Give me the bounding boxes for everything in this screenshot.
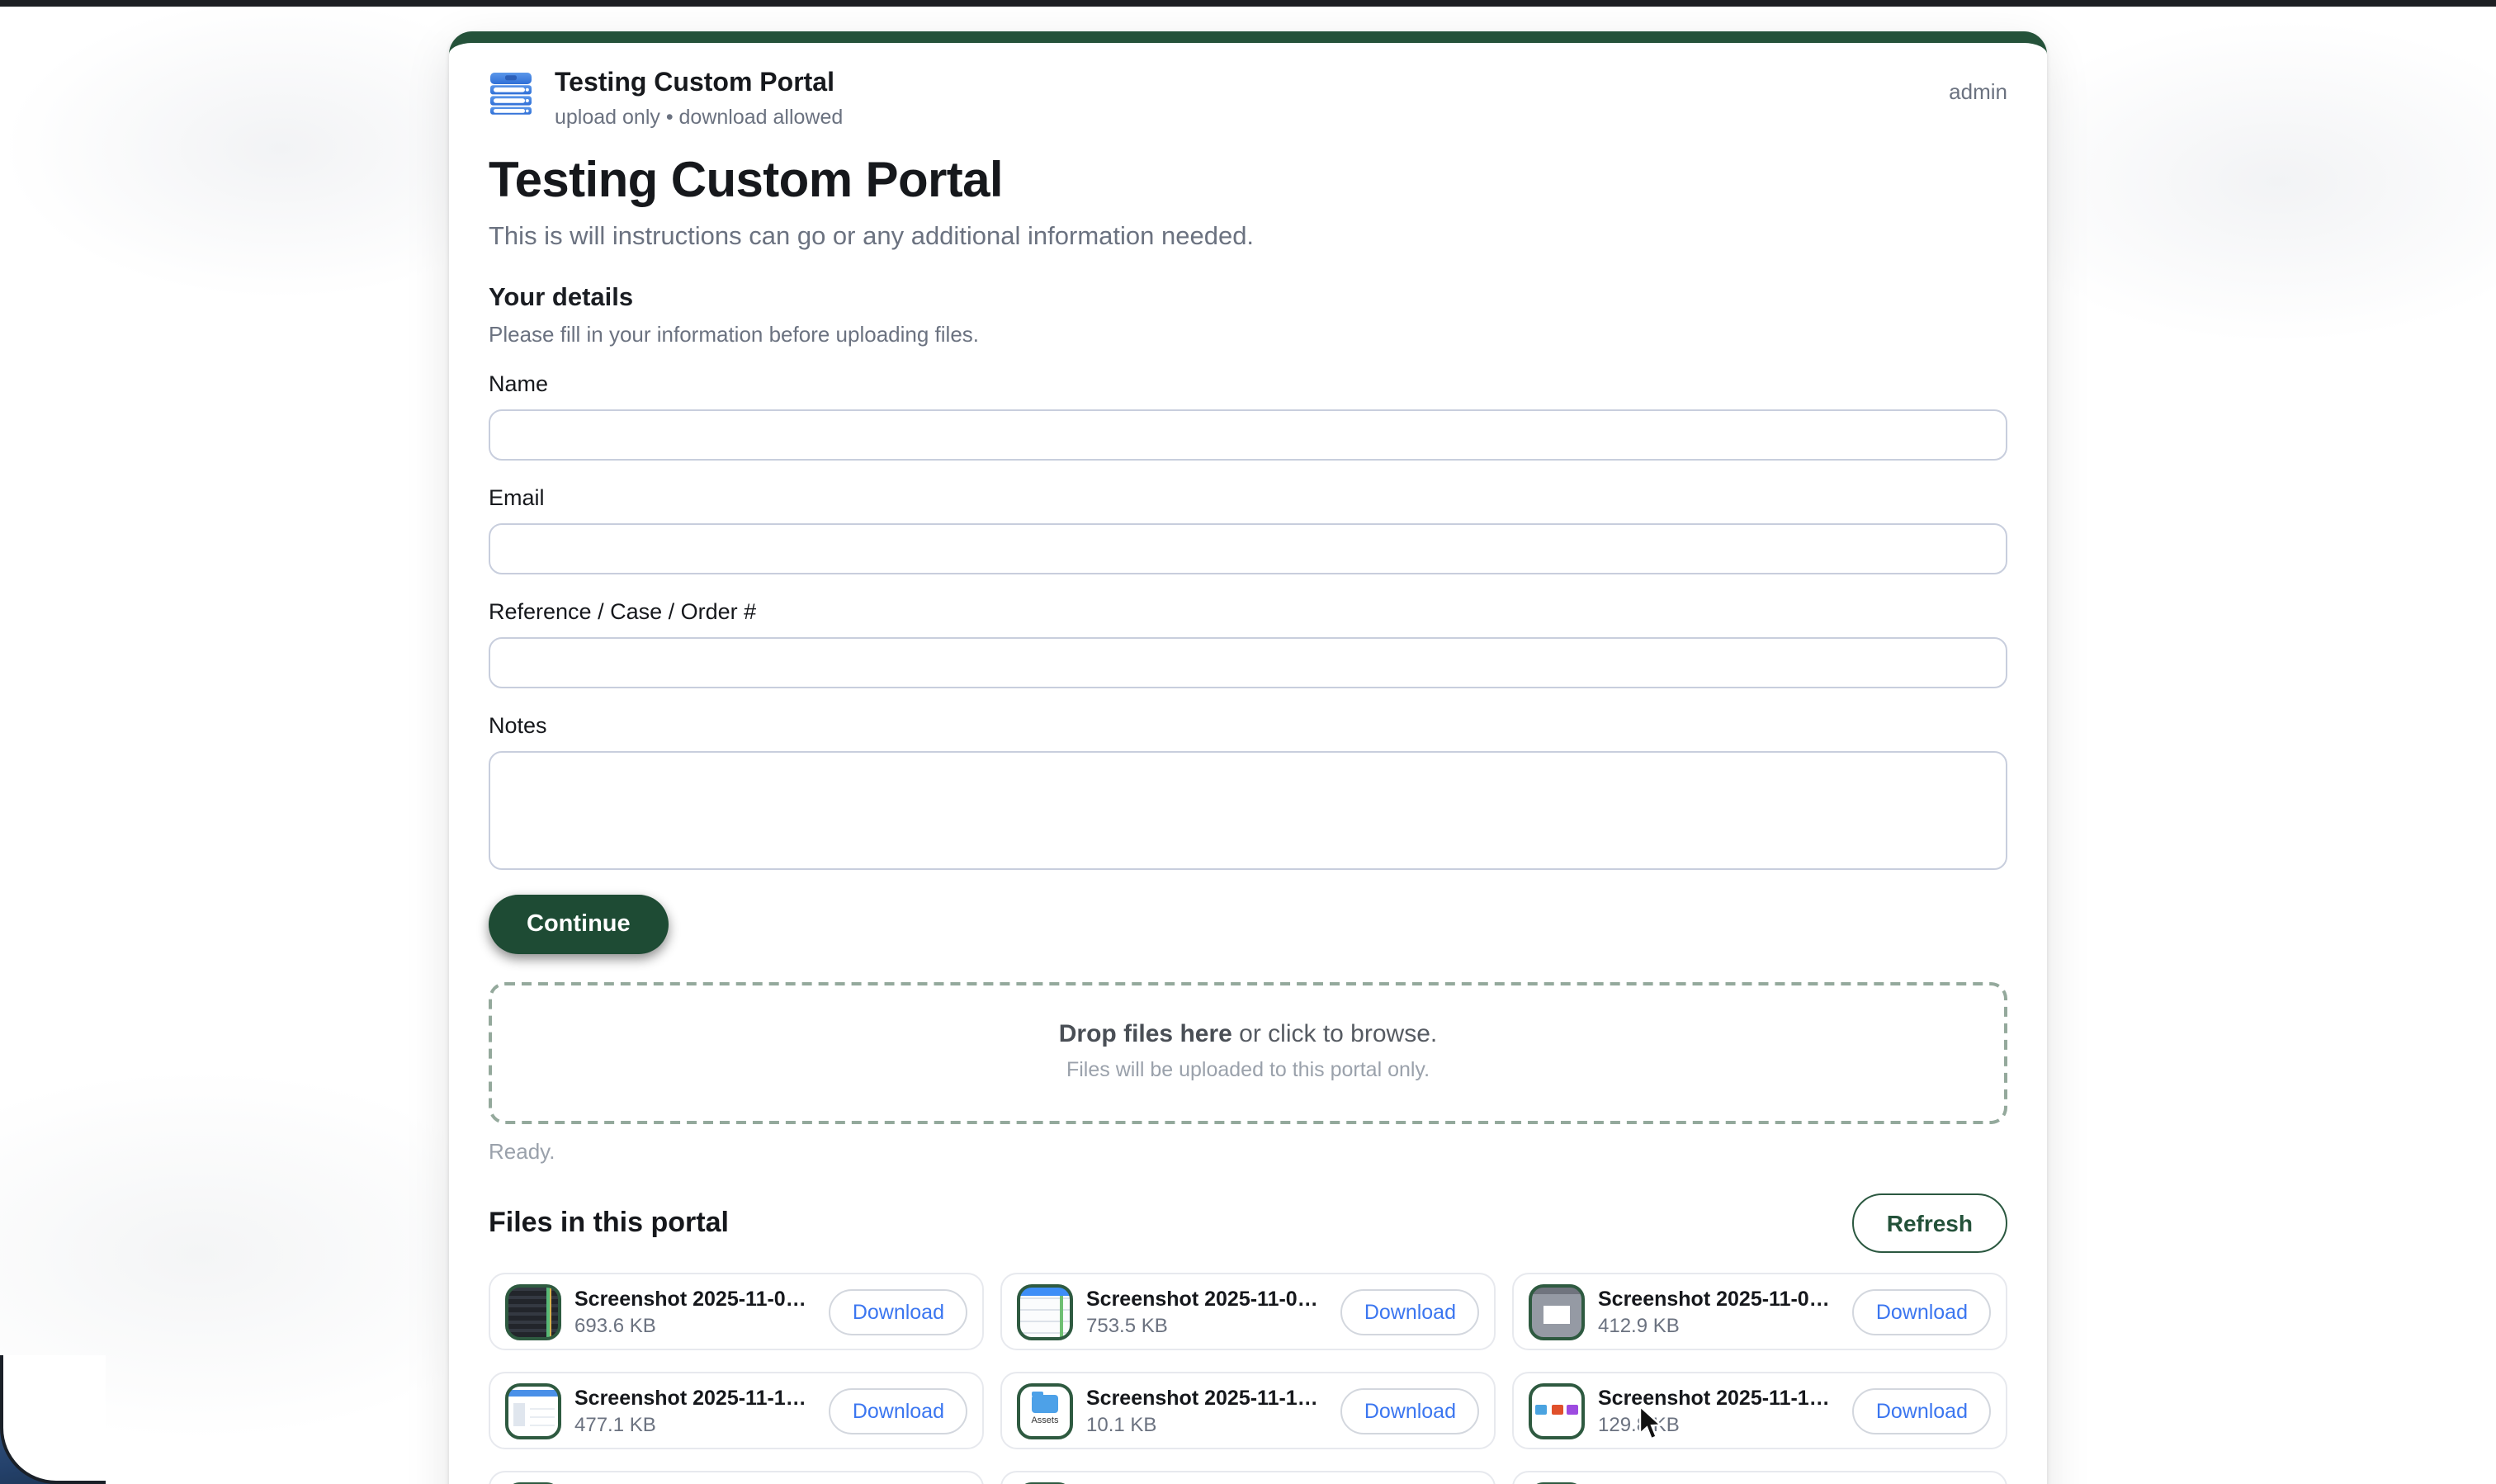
- file-card: Screenshot 2025-11-1… Download: [1512, 1471, 2007, 1484]
- file-size: 129.8 KB: [1598, 1412, 1840, 1435]
- light-page-thumbnail-icon: [505, 1382, 561, 1439]
- files-section-header: Files in this portal Refresh: [489, 1193, 2007, 1253]
- folder-icon: [1032, 1394, 1058, 1412]
- dropzone-bold-text: Drop files here: [1059, 1020, 1232, 1048]
- file-size: 753.5 KB: [1086, 1313, 1328, 1336]
- portal-card: Testing Custom Portal upload only • down…: [449, 31, 2047, 1484]
- form-field: Reference / Case / Order #: [489, 599, 2007, 688]
- dropzone-rest-text: or click to browse.: [1232, 1020, 1437, 1048]
- file-size: 477.1 KB: [574, 1412, 816, 1435]
- form-field: Name: [489, 371, 2007, 461]
- field-label: Name: [489, 371, 2007, 396]
- file-card: Screenshot 2025-11-0… 753.5 KB Download: [1000, 1273, 1496, 1350]
- field-input-wrap: [489, 637, 2007, 688]
- file-meta: Screenshot 2025-11-1… 10.1 KB: [1086, 1386, 1328, 1435]
- dropzone-primary-text: Drop files here or click to browse.: [492, 1020, 2004, 1048]
- file-dropzone[interactable]: Drop files here or click to browse. File…: [489, 982, 2007, 1124]
- continue-button[interactable]: Continue: [489, 895, 669, 954]
- file-meta: Screenshot 2025-11-0… 693.6 KB: [574, 1287, 816, 1336]
- file-card: Screenshot 2025-11-1… 477.1 KB Download: [489, 1372, 984, 1449]
- dark-terminal-thumbnail-icon: [505, 1283, 561, 1340]
- field-label: Email: [489, 485, 2007, 510]
- file-card: Screenshot 2025-11-1… Download: [489, 1471, 984, 1484]
- file-size: 693.6 KB: [574, 1313, 816, 1336]
- file-meta: Screenshot 2025-11-1… 129.8 KB: [1598, 1386, 1840, 1435]
- page-description: This is will instructions can go or any …: [489, 223, 2007, 253]
- window-rounded-corner: [0, 1355, 106, 1484]
- file-card: Screenshot 2025-11-1… 129.8 KB Download: [1512, 1372, 2007, 1449]
- details-subheading: Please fill in your information before u…: [489, 322, 2007, 347]
- file-meta: Screenshot 2025-11-0… 412.9 KB: [1598, 1287, 1840, 1336]
- file-name: Screenshot 2025-11-1…: [1086, 1386, 1328, 1409]
- email-input[interactable]: [489, 523, 2007, 574]
- file-card: Screenshot 2025-11-1… Download: [1000, 1471, 1496, 1484]
- files-heading: Files in this portal: [489, 1207, 729, 1240]
- assets-folder-thumbnail-icon: Assets: [1017, 1382, 1073, 1439]
- folder-icon: [1567, 1404, 1578, 1414]
- field-input-wrap: [489, 523, 2007, 574]
- files-grid: Screenshot 2025-11-0… 693.6 KB Download …: [489, 1273, 2007, 1484]
- download-button[interactable]: Download: [830, 1288, 967, 1335]
- file-name: Screenshot 2025-11-1…: [1598, 1386, 1840, 1409]
- folders-thumbnail-icon: [1529, 1382, 1585, 1439]
- form-field: Email: [489, 485, 2007, 574]
- spreadsheet-thumbnail-icon: [1017, 1283, 1073, 1340]
- field-input-wrap: [489, 409, 2007, 461]
- file-card: Assets Screenshot 2025-11-1… 10.1 KB Dow…: [1000, 1372, 1496, 1449]
- portal-header-text: Testing Custom Portal upload only • down…: [555, 68, 843, 129]
- desktop-viewport: Testing Custom Portal upload only • down…: [0, 0, 2496, 1484]
- file-meta: Screenshot 2025-11-1… 477.1 KB: [574, 1386, 816, 1435]
- file-name: Screenshot 2025-11-0…: [574, 1287, 816, 1310]
- folder-icon: [1551, 1404, 1562, 1414]
- details-fields: Name Email Reference / Case / Order # No…: [489, 371, 2007, 870]
- page-title: Testing Custom Portal: [489, 154, 2007, 210]
- field-label: Notes: [489, 713, 2007, 738]
- field-input-wrap: [489, 751, 2007, 870]
- form-field: Notes: [489, 713, 2007, 870]
- portal-permissions: upload only • download allowed: [555, 106, 843, 129]
- folder-icons-row: [1532, 1404, 1581, 1414]
- details-heading: Your details: [489, 284, 2007, 314]
- window-top-bar: [0, 0, 2496, 7]
- file-name: Screenshot 2025-11-0…: [1598, 1287, 1840, 1310]
- portal-header: Testing Custom Portal upload only • down…: [489, 68, 2007, 129]
- gray-window-thumbnail-icon: [1529, 1283, 1585, 1340]
- upload-status: Ready.: [489, 1139, 2007, 1164]
- server-stack-icon: [489, 71, 533, 116]
- download-button[interactable]: Download: [830, 1387, 967, 1434]
- file-name: Screenshot 2025-11-1…: [574, 1386, 816, 1409]
- file-size: 412.9 KB: [1598, 1313, 1840, 1336]
- notes-input[interactable]: [489, 751, 2007, 870]
- field-label: Reference / Case / Order #: [489, 599, 2007, 624]
- folder-icon: [1535, 1404, 1547, 1414]
- download-button[interactable]: Download: [1341, 1387, 1479, 1434]
- file-card: Screenshot 2025-11-0… 693.6 KB Download: [489, 1273, 984, 1350]
- file-card: Screenshot 2025-11-0… 412.9 KB Download: [1512, 1273, 2007, 1350]
- download-button[interactable]: Download: [1853, 1387, 1991, 1434]
- portal-name: Testing Custom Portal: [555, 68, 843, 101]
- file-meta: Screenshot 2025-11-0… 753.5 KB: [1086, 1287, 1328, 1336]
- refresh-button[interactable]: Refresh: [1852, 1193, 2007, 1253]
- file-size: 10.1 KB: [1086, 1412, 1328, 1435]
- file-name: Screenshot 2025-11-0…: [1086, 1287, 1328, 1310]
- name-input[interactable]: [489, 409, 2007, 461]
- reference-input[interactable]: [489, 637, 2007, 688]
- download-button[interactable]: Download: [1341, 1288, 1479, 1335]
- dropzone-secondary-text: Files will be uploaded to this portal on…: [492, 1058, 2004, 1081]
- logged-in-user: admin: [1949, 68, 2007, 104]
- download-button[interactable]: Download: [1853, 1288, 1991, 1335]
- folder-label: Assets: [1020, 1415, 1070, 1425]
